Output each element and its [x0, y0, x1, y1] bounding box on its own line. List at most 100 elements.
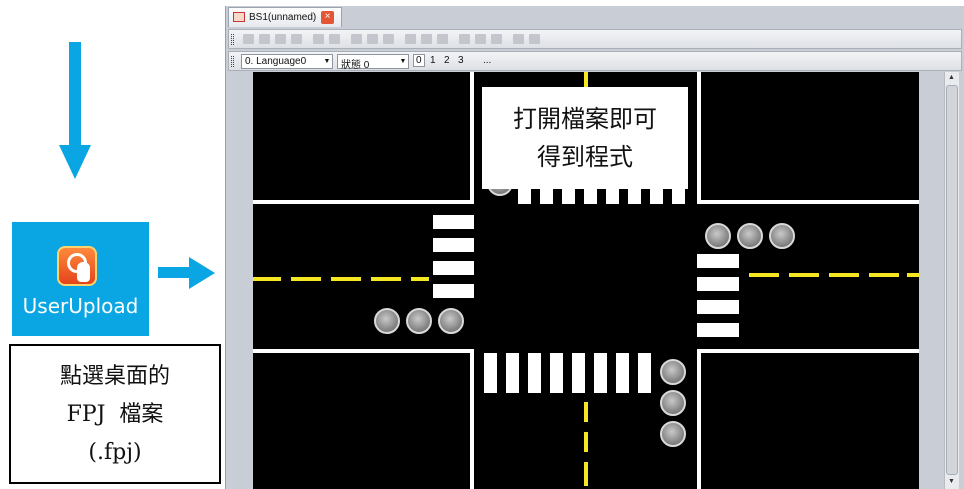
alignment-toolbar [228, 29, 962, 49]
close-tab-button[interactable]: × [321, 11, 334, 24]
arrow-down-icon-head [59, 145, 91, 179]
state-toolbar: 0. Language0 ▼ 狀態 0 ▼ 0 1 2 3 ... [228, 51, 962, 71]
lane-marking [253, 277, 281, 281]
lane-marking [291, 277, 321, 281]
user-upload-desktop-icon[interactable]: UserUpload [12, 222, 149, 336]
chevron-down-icon: ▼ [323, 58, 331, 65]
caption-line: 點選桌面的 [59, 364, 170, 389]
callout-line: 得到程式 [537, 143, 633, 171]
traffic-light-icon[interactable] [438, 308, 464, 334]
road-edge-line [697, 349, 701, 489]
road-edge-line [697, 72, 701, 203]
crosswalk-stripe [433, 238, 474, 252]
state-button-more[interactable]: ... [483, 55, 491, 66]
toolbar-grip[interactable] [231, 56, 234, 67]
crosswalk-stripe [572, 353, 585, 393]
traffic-light-icon[interactable] [406, 308, 432, 334]
road-edge-line [470, 349, 474, 489]
editor-window: BS1(unnamed) × 0. Language0 ▼ 狀態 0 ▼ 0 1… [225, 6, 964, 489]
state-select-value: 狀態 0 [341, 60, 370, 71]
road-edge-line [253, 349, 474, 353]
group-icon[interactable] [491, 34, 502, 44]
align-top-icon[interactable] [291, 34, 302, 44]
caption-box: 點選桌面的 FPJ 檔案 (.fpj) [9, 344, 221, 484]
traffic-light-icon[interactable] [374, 308, 400, 334]
lane-marking [907, 273, 919, 277]
lane-marking [584, 462, 588, 486]
road-edge-line [697, 200, 919, 204]
language-select[interactable]: 0. Language0 ▼ [241, 54, 333, 69]
lane-marking [789, 273, 819, 277]
front-icon[interactable] [459, 34, 470, 44]
order-icon[interactable] [437, 34, 448, 44]
caption-line: (.fpj) [88, 440, 142, 465]
space-icon[interactable] [383, 34, 394, 44]
link-icon[interactable] [513, 34, 524, 44]
crosswalk-stripe [697, 254, 739, 268]
callout-box: 打開檔案即可 得到程式 [482, 87, 688, 189]
tab-title: BS1(unnamed) [249, 12, 317, 23]
align-left-icon[interactable] [243, 34, 254, 44]
state-button-2[interactable]: 2 [444, 55, 450, 66]
lane-marking [331, 277, 361, 281]
align-center-icon[interactable] [259, 34, 270, 44]
crosswalk-stripe [638, 353, 651, 393]
traffic-light-icon[interactable] [769, 223, 795, 249]
lane-marking [411, 277, 429, 281]
lane-marking [584, 432, 588, 452]
chevron-down-icon: ▼ [399, 58, 407, 65]
vertical-scrollbar[interactable]: ▲ ▼ [944, 72, 959, 489]
unlink-icon[interactable] [529, 34, 540, 44]
traffic-light-icon[interactable] [705, 223, 731, 249]
crosswalk-stripe [484, 353, 497, 393]
document-icon [233, 12, 245, 22]
traffic-light-icon[interactable] [737, 223, 763, 249]
road-edge-line [253, 200, 474, 204]
lane-marking [584, 402, 588, 422]
lane-marking [371, 277, 401, 281]
scrollbar-thumb[interactable] [946, 85, 958, 475]
crosswalk-stripe [433, 215, 474, 229]
road-edge-line [470, 72, 474, 202]
language-select-value: 0. Language0 [245, 56, 307, 67]
state-select[interactable]: 狀態 0 ▼ [337, 54, 409, 71]
road-edge-line [697, 349, 919, 353]
caption-line: FPJ 檔案 [66, 402, 164, 427]
center-v-icon[interactable] [421, 34, 432, 44]
traffic-light-icon[interactable] [660, 359, 686, 385]
back-icon[interactable] [475, 34, 486, 44]
crosswalk-stripe [697, 277, 739, 291]
scroll-up-icon[interactable]: ▲ [948, 74, 955, 81]
arrow-right-icon [158, 267, 190, 278]
crosswalk-stripe [506, 353, 519, 393]
crosswalk-stripe [697, 300, 739, 314]
traffic-light-icon[interactable] [660, 421, 686, 447]
state-button-0[interactable]: 0 [413, 54, 425, 67]
desktop-icon-label: UserUpload [22, 294, 139, 318]
distribute-v-icon[interactable] [367, 34, 378, 44]
state-button-1[interactable]: 1 [430, 55, 436, 66]
user-upload-icon [57, 246, 97, 286]
callout-line: 打開檔案即可 [513, 105, 657, 133]
crosswalk-stripe [550, 353, 563, 393]
arrow-right-icon-head [189, 257, 215, 289]
toolbar-grip[interactable] [231, 34, 234, 45]
crosswalk-stripe [528, 353, 541, 393]
same-height-icon[interactable] [329, 34, 340, 44]
crosswalk-stripe [616, 353, 629, 393]
arrow-down-icon [69, 42, 81, 146]
lane-marking [829, 273, 859, 277]
align-right-icon[interactable] [275, 34, 286, 44]
scroll-down-icon[interactable]: ▼ [948, 478, 955, 485]
center-h-icon[interactable] [405, 34, 416, 44]
lane-marking [869, 273, 899, 277]
traffic-light-icon[interactable] [660, 390, 686, 416]
document-tab[interactable]: BS1(unnamed) × [228, 7, 342, 27]
same-width-icon[interactable] [313, 34, 324, 44]
lane-marking [749, 273, 779, 277]
distribute-h-icon[interactable] [351, 34, 362, 44]
state-button-3[interactable]: 3 [458, 55, 464, 66]
crosswalk-stripe [433, 261, 474, 275]
crosswalk-stripe [697, 323, 739, 337]
crosswalk-stripe [433, 284, 474, 298]
